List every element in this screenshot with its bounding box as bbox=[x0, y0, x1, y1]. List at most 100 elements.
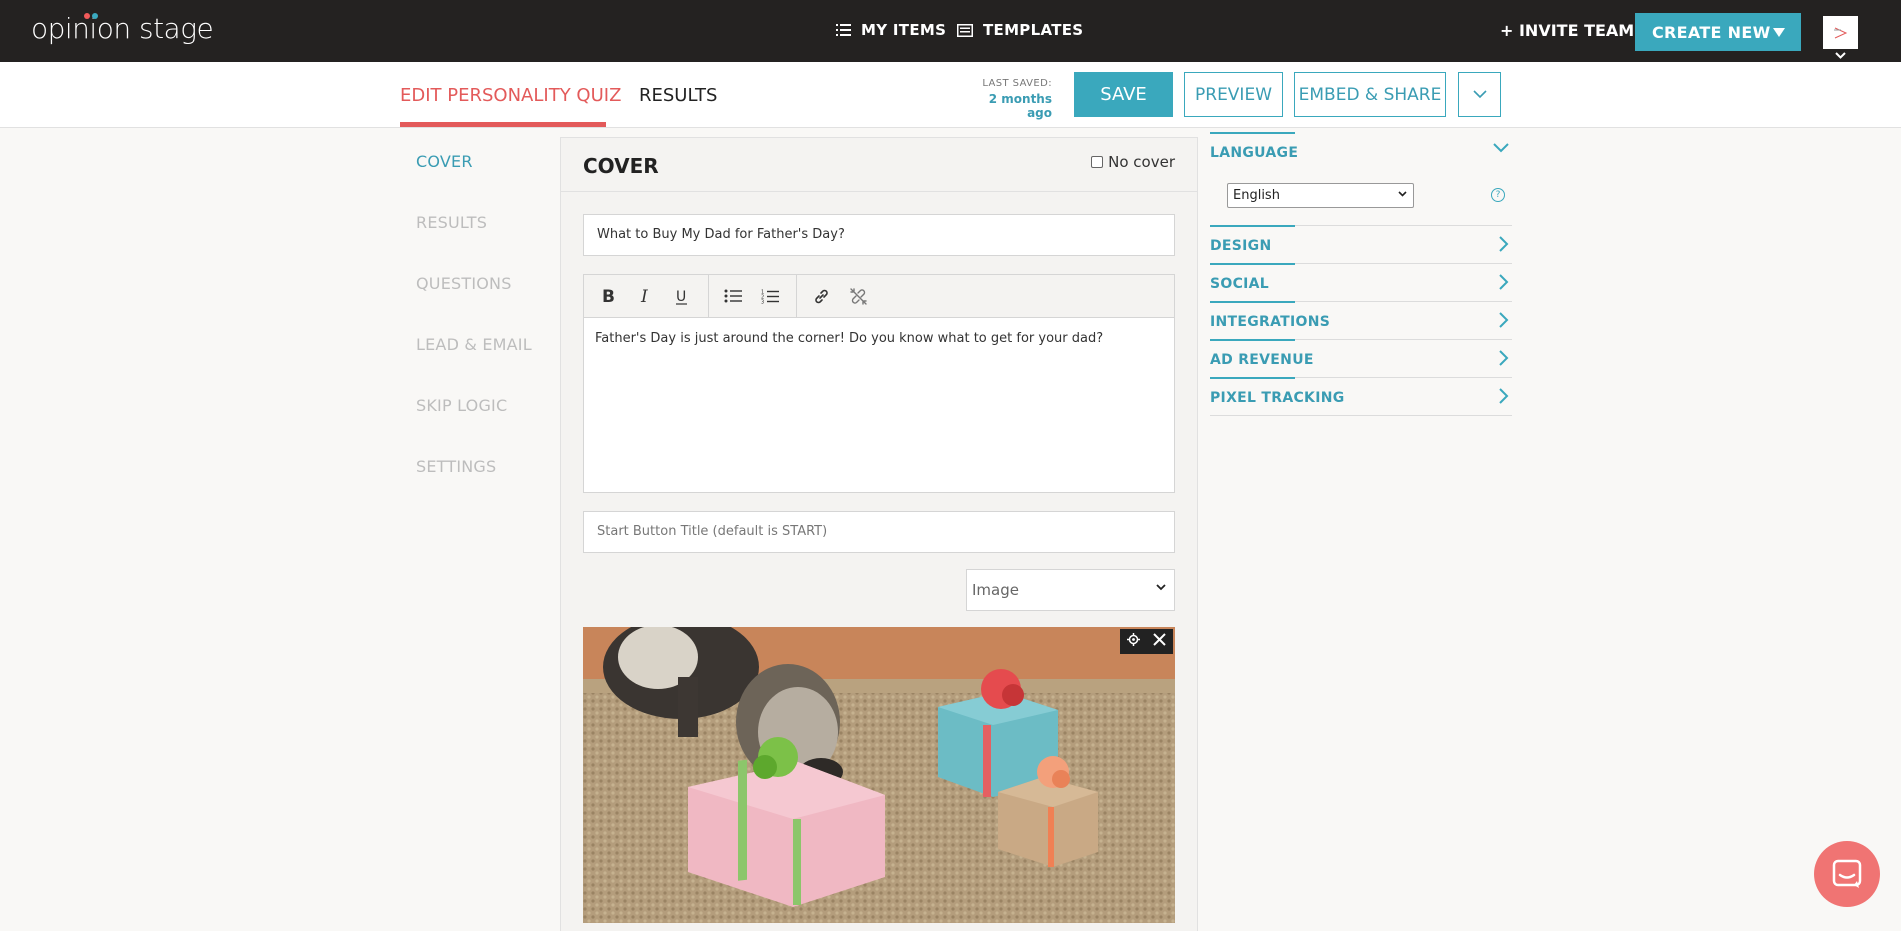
description-editor[interactable]: B I U 123 Father's Day is just around th… bbox=[583, 274, 1175, 493]
unlink-icon[interactable] bbox=[844, 282, 872, 310]
accordion-pixel-tracking-label: PIXEL TRACKING bbox=[1210, 390, 1345, 406]
italic-icon[interactable]: I bbox=[631, 282, 659, 310]
create-new-label: CREATE NEW bbox=[1652, 22, 1771, 42]
numbered-list-icon[interactable]: 123 bbox=[756, 282, 784, 310]
link-icon[interactable] bbox=[807, 282, 835, 310]
logo-dot-red bbox=[84, 13, 90, 19]
no-cover-label: No cover bbox=[1108, 153, 1175, 171]
create-new-button[interactable]: CREATE NEW bbox=[1635, 13, 1801, 51]
nav-item-questions[interactable]: QUESTIONS bbox=[416, 274, 532, 335]
description-text[interactable]: Father's Day is just around the corner! … bbox=[584, 318, 1174, 359]
language-body: English ? bbox=[1210, 171, 1512, 226]
cover-panel: COVER No cover What to Buy My Dad for Fa… bbox=[560, 137, 1198, 931]
toolbar-divider bbox=[708, 274, 709, 318]
chat-icon bbox=[1832, 859, 1862, 888]
nav-item-results[interactable]: RESULTS bbox=[416, 213, 532, 274]
bold-icon[interactable]: B bbox=[594, 282, 622, 310]
logo-dot-blue bbox=[92, 13, 98, 19]
account-chevron-icon[interactable] bbox=[1835, 49, 1846, 62]
svg-text:3: 3 bbox=[761, 299, 764, 304]
accordion-pixel-tracking[interactable]: PIXEL TRACKING bbox=[1210, 377, 1512, 416]
chevron-right-icon bbox=[1499, 388, 1509, 404]
accordion-ad-revenue[interactable]: AD REVENUE bbox=[1210, 339, 1512, 378]
svg-text:U: U bbox=[676, 289, 686, 305]
templates-label: TEMPLATES bbox=[983, 21, 1084, 39]
preview-button[interactable]: PREVIEW bbox=[1184, 72, 1283, 117]
logo-text: opinion stage bbox=[31, 12, 214, 45]
nav-item-cover[interactable]: COVER bbox=[416, 152, 532, 213]
accordion-accent bbox=[1210, 225, 1295, 227]
cover-image[interactable] bbox=[583, 627, 1175, 923]
chevron-right-icon bbox=[1499, 350, 1509, 366]
chevron-down-icon bbox=[1472, 90, 1487, 99]
panel-title: COVER bbox=[583, 154, 659, 178]
image-controls bbox=[1120, 629, 1173, 654]
start-button-title-input[interactable]: Start Button Title (default is START) bbox=[583, 511, 1175, 553]
more-options-button[interactable] bbox=[1458, 72, 1501, 117]
invite-team-link[interactable]: + INVITE TEAM bbox=[1500, 21, 1634, 40]
active-tab-indicator bbox=[400, 122, 606, 127]
media-type-select[interactable]: Image bbox=[966, 569, 1175, 611]
editor-header: EDIT PERSONALITY QUIZ RESULTS LAST SAVED… bbox=[0, 62, 1901, 128]
toolbar-divider bbox=[796, 274, 797, 318]
bullet-list-icon[interactable] bbox=[719, 282, 747, 310]
image-settings-icon[interactable] bbox=[1126, 633, 1140, 650]
chevron-right-icon bbox=[1499, 236, 1509, 252]
accordion-accent bbox=[1210, 301, 1295, 303]
accordion-accent bbox=[1210, 377, 1295, 379]
chevron-down-icon bbox=[1398, 191, 1407, 197]
avatar[interactable] bbox=[1823, 16, 1858, 49]
templates-icon bbox=[957, 23, 973, 37]
caret-down-icon bbox=[1773, 28, 1785, 37]
my-items-link[interactable]: MY ITEMS bbox=[836, 21, 946, 39]
chevron-down-icon bbox=[1156, 584, 1166, 591]
chevron-right-icon bbox=[1499, 274, 1509, 290]
editor-toolbar: B I U 123 bbox=[584, 274, 1174, 318]
svg-text:I: I bbox=[640, 288, 648, 304]
accordion-accent bbox=[1210, 132, 1295, 134]
settings-panel: LANGUAGE English ? DESIGN SOCIAL INTEGRA… bbox=[1210, 132, 1512, 416]
accordion-social-label: SOCIAL bbox=[1210, 276, 1270, 292]
accordion-ad-revenue-label: AD REVENUE bbox=[1210, 352, 1314, 368]
my-items-label: MY ITEMS bbox=[861, 21, 947, 39]
remove-image-icon[interactable] bbox=[1153, 633, 1166, 650]
chevron-down-icon bbox=[1493, 143, 1509, 153]
accordion-language[interactable]: LANGUAGE bbox=[1210, 132, 1512, 171]
accordion-design-label: DESIGN bbox=[1210, 238, 1272, 254]
accordion-accent bbox=[1210, 339, 1295, 341]
language-select-value: English bbox=[1233, 188, 1280, 203]
nav-item-lead-email[interactable]: LEAD & EMAIL bbox=[416, 335, 532, 396]
tab-edit-personality-quiz[interactable]: EDIT PERSONALITY QUIZ bbox=[400, 85, 621, 106]
avatar-image-icon bbox=[1833, 27, 1847, 38]
media-type-value: Image bbox=[972, 581, 1019, 599]
last-saved-label: LAST SAVED: bbox=[982, 78, 1052, 89]
last-saved-value: 2 months ago bbox=[988, 92, 1052, 120]
quiz-title-input[interactable]: What to Buy My Dad for Father's Day? bbox=[583, 214, 1175, 256]
section-nav: COVER RESULTS QUESTIONS LEAD & EMAIL SKI… bbox=[416, 152, 532, 518]
accordion-accent bbox=[1210, 263, 1295, 265]
accordion-integrations[interactable]: INTEGRATIONS bbox=[1210, 301, 1512, 340]
dog-with-gifts-image bbox=[583, 627, 1175, 923]
chevron-right-icon bbox=[1499, 312, 1509, 328]
list-icon bbox=[836, 23, 851, 37]
accordion-social[interactable]: SOCIAL bbox=[1210, 263, 1512, 302]
language-select[interactable]: English bbox=[1227, 183, 1414, 208]
opinion-stage-logo[interactable]: opinion stage bbox=[31, 12, 214, 45]
embed-share-button[interactable]: EMBED & SHARE bbox=[1294, 72, 1446, 117]
nav-item-skip-logic[interactable]: SKIP LOGIC bbox=[416, 396, 532, 457]
tab-results[interactable]: RESULTS bbox=[639, 85, 717, 106]
nav-item-settings[interactable]: SETTINGS bbox=[416, 457, 532, 518]
underline-icon[interactable]: U bbox=[668, 282, 696, 310]
cover-panel-header: COVER No cover bbox=[561, 138, 1197, 192]
no-cover-toggle[interactable]: No cover bbox=[1091, 153, 1175, 171]
accordion-design[interactable]: DESIGN bbox=[1210, 225, 1512, 264]
save-button[interactable]: SAVE bbox=[1074, 72, 1173, 117]
accordion-integrations-label: INTEGRATIONS bbox=[1210, 314, 1331, 330]
no-cover-checkbox[interactable] bbox=[1091, 156, 1104, 168]
chat-launcher-button[interactable] bbox=[1814, 841, 1880, 907]
svg-text:B: B bbox=[602, 288, 615, 304]
help-icon[interactable]: ? bbox=[1491, 188, 1505, 202]
templates-link[interactable]: TEMPLATES bbox=[957, 21, 1083, 39]
last-saved-info: LAST SAVED: 2 months ago bbox=[960, 78, 1052, 120]
accordion-language-label: LANGUAGE bbox=[1210, 145, 1299, 161]
